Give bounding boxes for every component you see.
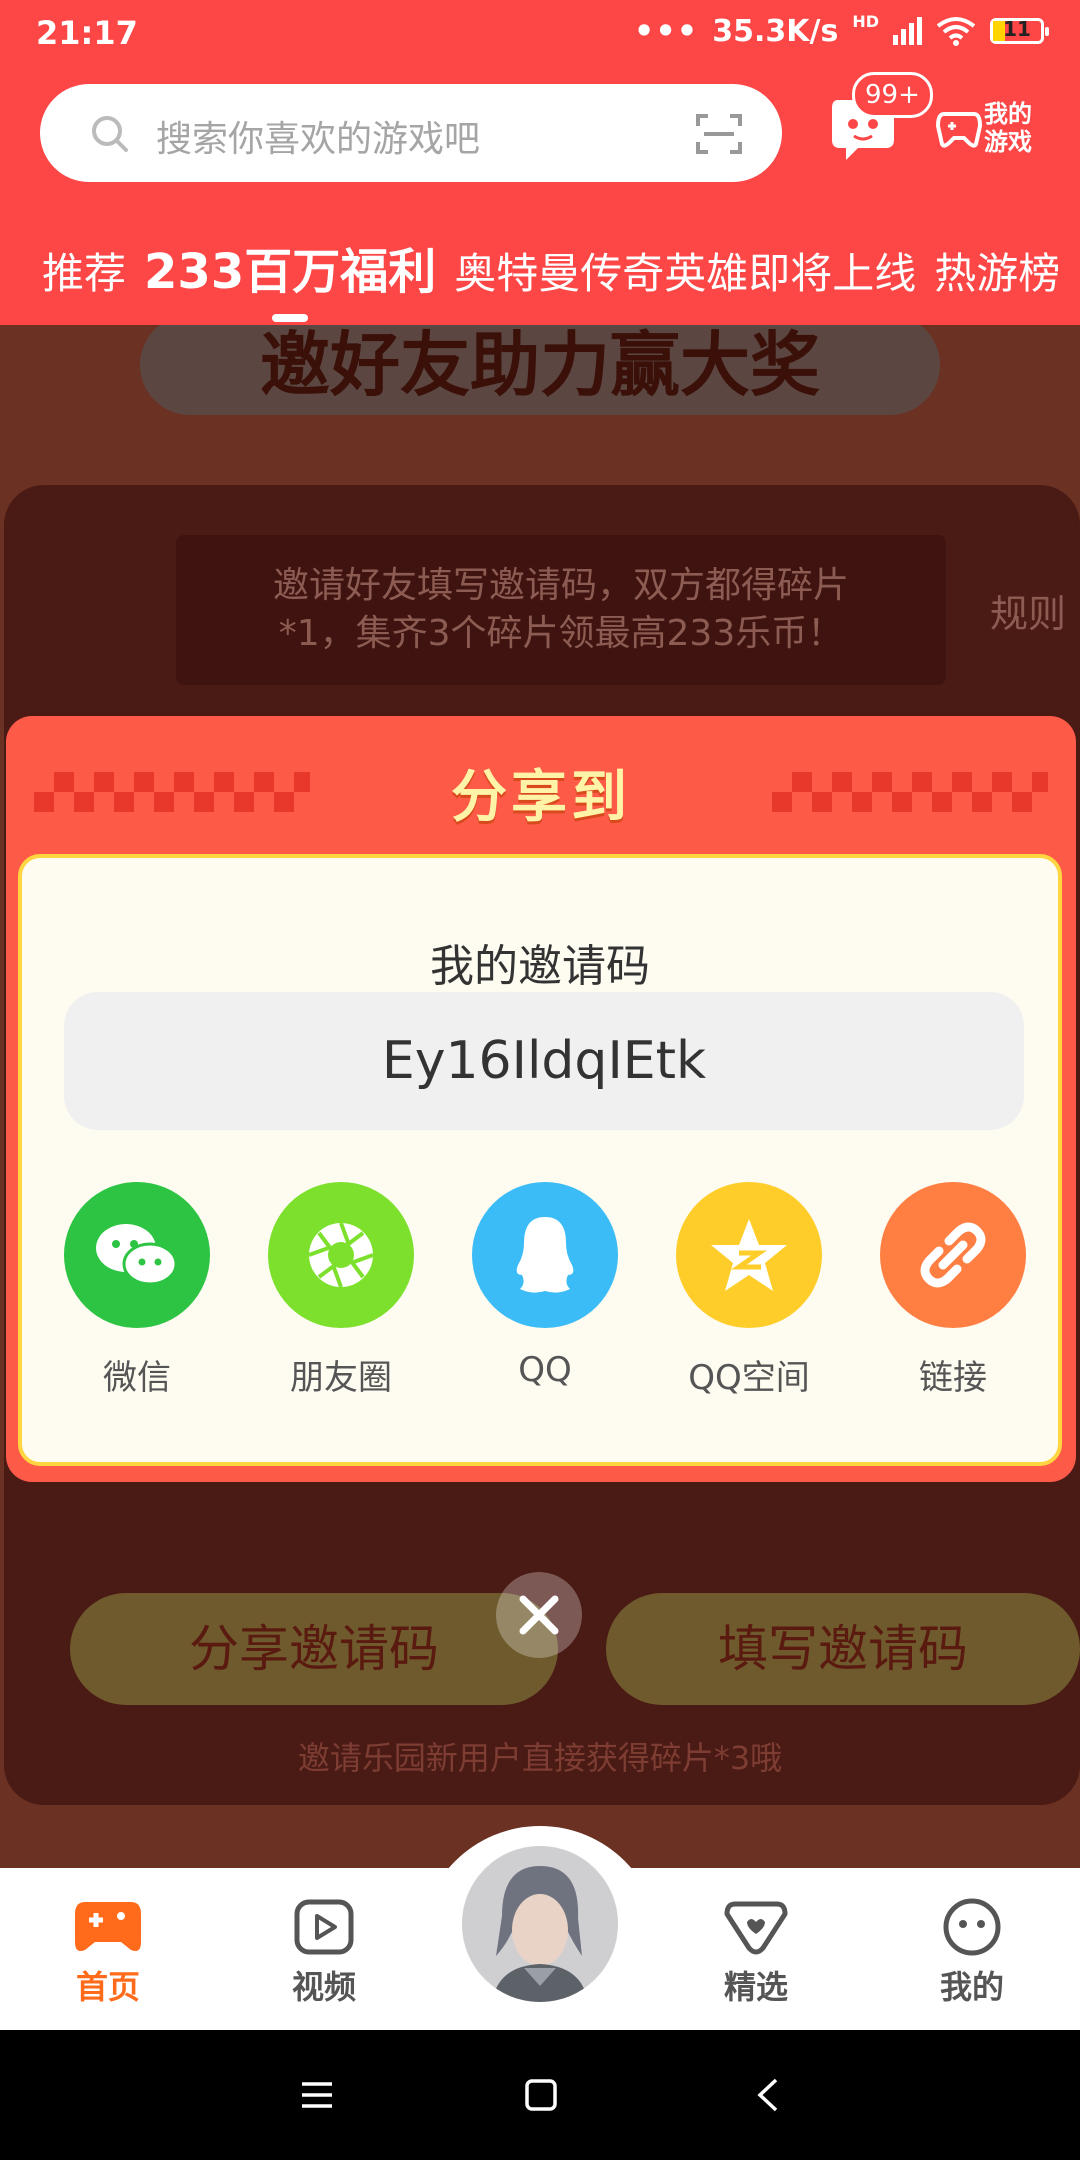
status-time: 21:17 bbox=[36, 14, 138, 52]
video-icon bbox=[294, 1899, 354, 1955]
rule-tip-line1: 邀请好友填写邀请码，双方都得碎片 bbox=[272, 565, 849, 606]
nav-featured-label: 精选 bbox=[723, 1968, 788, 2006]
event-banner-title: 邀好友助力赢大奖 bbox=[140, 315, 940, 415]
share-wechat[interactable]: 微信 bbox=[64, 1182, 210, 1399]
modal-title: 分享到 bbox=[451, 765, 631, 830]
tab-hot-games[interactable]: 热游榜 bbox=[928, 240, 1066, 301]
nav-mine-label: 我的 bbox=[939, 1968, 1004, 2006]
share-card: 我的邀请码 Ey16IldqIEtk 微信 朋友圈 QQ QQ空间 链接 bbox=[18, 854, 1062, 1466]
wifi-icon bbox=[936, 17, 976, 46]
network-speed: 35.3K/s bbox=[712, 13, 839, 49]
share-qzone-label: QQ空间 bbox=[688, 1358, 810, 1398]
message-badge: 99+ bbox=[852, 72, 933, 118]
battery-level: 11 bbox=[1003, 17, 1031, 41]
rules-link[interactable]: 规则 bbox=[990, 583, 1066, 638]
tab-recommend[interactable]: 推荐 bbox=[36, 240, 132, 301]
avatar[interactable] bbox=[462, 1846, 618, 2002]
hd-label: HD bbox=[852, 12, 879, 31]
share-link-label: 链接 bbox=[919, 1358, 987, 1398]
nav-video[interactable]: 视频 bbox=[254, 1898, 394, 2008]
nav-home[interactable]: 首页 bbox=[38, 1898, 178, 2008]
app-header: 21:17 ••• 35.3K/s HD 11 搜索你喜欢的游戏吧 99+ 我的… bbox=[0, 0, 1080, 325]
gamepad-icon bbox=[936, 112, 982, 148]
status-indicators: ••• 35.3K/s HD 11 bbox=[633, 12, 1049, 50]
tab-ultraman[interactable]: 奥特曼传奇英雄即将上线 bbox=[448, 240, 922, 301]
qq-icon bbox=[472, 1182, 618, 1328]
share-qzone[interactable]: QQ空间 bbox=[676, 1182, 822, 1399]
search-placeholder: 搜索你喜欢的游戏吧 bbox=[156, 119, 481, 160]
share-wechat-label: 微信 bbox=[103, 1358, 171, 1398]
event-hint: 邀请乐园新用户直接获得碎片*3哦 bbox=[297, 1739, 783, 1777]
back-icon[interactable] bbox=[756, 2078, 780, 2112]
tab-233-welfare[interactable]: 233百万福利 bbox=[138, 232, 442, 302]
nav-home-label: 首页 bbox=[75, 1968, 140, 2006]
rule-tip: 邀请好友填写邀请码，双方都得碎片 *1，集齐3个碎片领最高233乐币！ bbox=[176, 535, 946, 685]
signal-icon bbox=[893, 17, 922, 45]
close-icon bbox=[519, 1595, 559, 1635]
rule-tip-line2: *1，集齐3个碎片领最高233乐币！ bbox=[278, 613, 844, 654]
share-qq[interactable]: QQ bbox=[472, 1182, 618, 1390]
search-bar[interactable]: 搜索你喜欢的游戏吧 bbox=[40, 84, 782, 182]
scan-icon[interactable] bbox=[696, 112, 742, 156]
home-square-icon[interactable] bbox=[524, 2078, 558, 2112]
wechat-icon bbox=[64, 1182, 210, 1328]
my-games-line1: 我的 bbox=[984, 100, 1032, 128]
nav-video-label: 视频 bbox=[291, 1968, 356, 2006]
system-navigation-bar bbox=[0, 2030, 1080, 2160]
share-moments[interactable]: 朋友圈 bbox=[268, 1182, 414, 1399]
home-gamepad-icon bbox=[75, 1902, 141, 1951]
share-moments-label: 朋友圈 bbox=[290, 1358, 392, 1398]
battery-icon: 11 bbox=[990, 17, 1049, 44]
invite-code-label: 我的邀请码 bbox=[430, 941, 650, 992]
nav-featured[interactable]: 精选 bbox=[686, 1898, 826, 2008]
share-qq-label: QQ bbox=[518, 1350, 572, 1390]
nav-mine[interactable]: 我的 bbox=[902, 1898, 1042, 2008]
invite-code-box[interactable]: Ey16IldqIEtk bbox=[64, 992, 1024, 1130]
moments-icon bbox=[268, 1182, 414, 1328]
fill-code-button[interactable]: 填写邀请码 bbox=[606, 1593, 1080, 1705]
link-icon bbox=[880, 1182, 1026, 1328]
qzone-icon bbox=[676, 1182, 822, 1328]
search-icon bbox=[92, 116, 128, 152]
status-dots: ••• bbox=[633, 12, 699, 50]
my-games-line2: 游戏 bbox=[984, 128, 1032, 156]
profile-face-icon bbox=[943, 1898, 1001, 1956]
menu-icon[interactable] bbox=[300, 2078, 334, 2112]
close-modal-button[interactable] bbox=[496, 1572, 582, 1658]
share-code-button[interactable]: 分享邀请码 bbox=[70, 1593, 558, 1705]
share-modal: 分享到 我的邀请码 Ey16IldqIEtk 微信 朋友圈 QQ QQ空间 链接 bbox=[6, 716, 1076, 1482]
category-tabs: 推荐 233百万福利 奥特曼传奇英雄即将上线 热游榜 bbox=[36, 232, 1066, 302]
share-link[interactable]: 链接 bbox=[880, 1182, 1026, 1399]
status-bar: 21:17 ••• 35.3K/s HD 11 bbox=[0, 0, 1080, 64]
featured-heart-icon bbox=[724, 1901, 788, 1955]
